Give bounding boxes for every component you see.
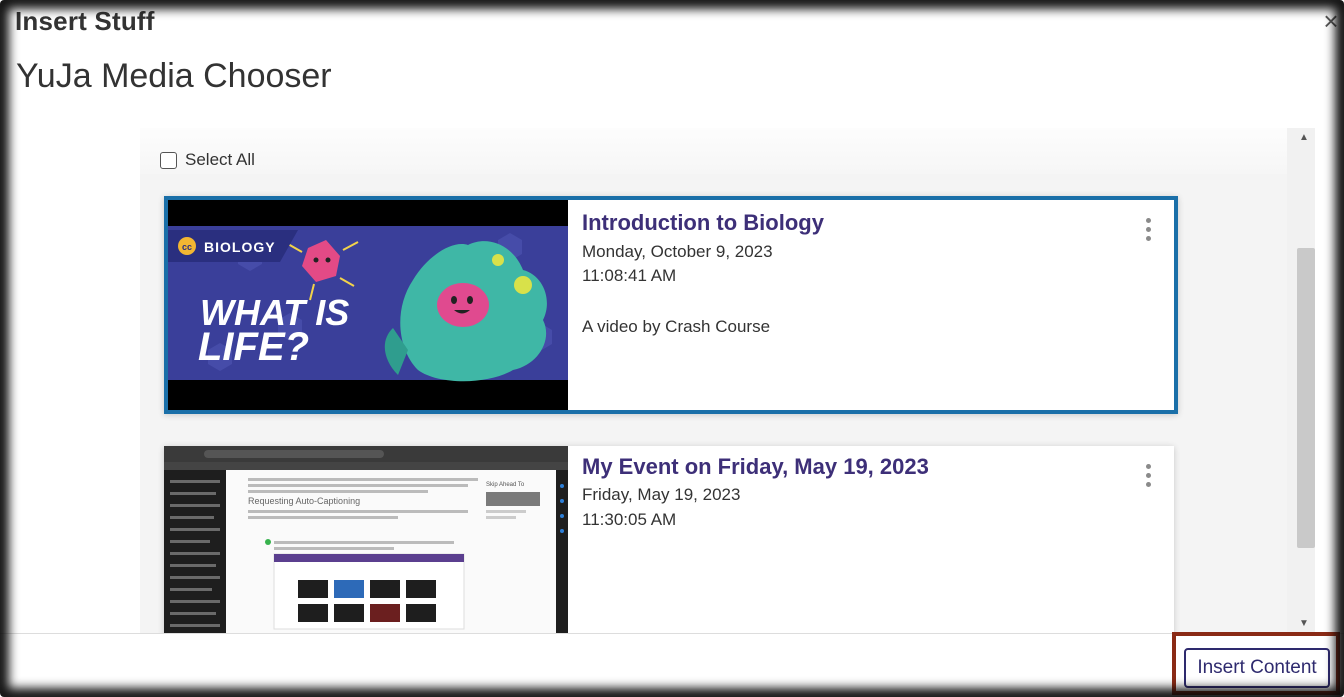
media-list: Select All cc BIOLOGY WHAT IS LIFE? Intr… xyxy=(140,128,1315,633)
video-thumbnail: Requesting Auto-Captioning Skip Ahead To xyxy=(164,446,568,633)
thumbnail-badge-text: BIOLOGY xyxy=(204,239,276,255)
scroll-down-arrow-icon[interactable]: ▼ xyxy=(1299,618,1309,629)
media-item-card[interactable]: cc BIOLOGY WHAT IS LIFE? Introduction to… xyxy=(164,196,1178,414)
dialog-title: Insert Stuff xyxy=(15,6,155,36)
media-item-title[interactable]: My Event on Friday, May 19, 2023 xyxy=(582,454,929,480)
insert-stuff-dialog: Insert Stuff × YuJa Media Chooser Select… xyxy=(0,0,1344,697)
scroll-up-arrow-icon[interactable]: ▲ xyxy=(1299,132,1309,143)
svg-text:cc: cc xyxy=(182,242,192,252)
dialog-footer xyxy=(0,633,1344,697)
chooser-title: YuJa Media Chooser xyxy=(16,57,332,95)
thumbnail-section-heading: Requesting Auto-Captioning xyxy=(248,496,360,506)
select-all-label: Select All xyxy=(185,150,255,169)
select-all-checkbox[interactable] xyxy=(160,151,177,169)
more-options-icon[interactable] xyxy=(1144,218,1152,241)
scrollbar-thumb[interactable] xyxy=(1297,248,1315,548)
media-item-time: 11:08:41 AM xyxy=(582,266,677,285)
media-item-card[interactable]: Requesting Auto-Captioning Skip Ahead To xyxy=(164,446,1174,633)
media-item-date: Friday, May 19, 2023 xyxy=(582,485,741,504)
select-all-control[interactable]: Select All xyxy=(160,150,255,170)
scrollbar[interactable]: ▲ ▼ xyxy=(1287,128,1315,633)
screen-recording-thumbnail-image: Requesting Auto-Captioning Skip Ahead To xyxy=(164,446,568,633)
insert-content-button[interactable]: Insert Content xyxy=(1184,648,1330,688)
video-thumbnail: cc BIOLOGY WHAT IS LIFE? xyxy=(168,200,568,410)
close-icon[interactable]: × xyxy=(1320,8,1342,34)
media-item-description: A video by Crash Course xyxy=(582,317,771,336)
media-item-title[interactable]: Introduction to Biology xyxy=(582,210,824,236)
media-item-date: Monday, October 9, 2023 xyxy=(582,242,773,261)
biology-thumbnail-image: cc BIOLOGY WHAT IS LIFE? xyxy=(168,200,568,410)
thumbnail-sidebar-heading: Skip Ahead To xyxy=(486,482,525,488)
thumbnail-headline-2: LIFE? xyxy=(198,325,309,369)
more-options-icon[interactable] xyxy=(1144,464,1152,487)
media-item-time: 11:30:05 AM xyxy=(582,510,677,529)
